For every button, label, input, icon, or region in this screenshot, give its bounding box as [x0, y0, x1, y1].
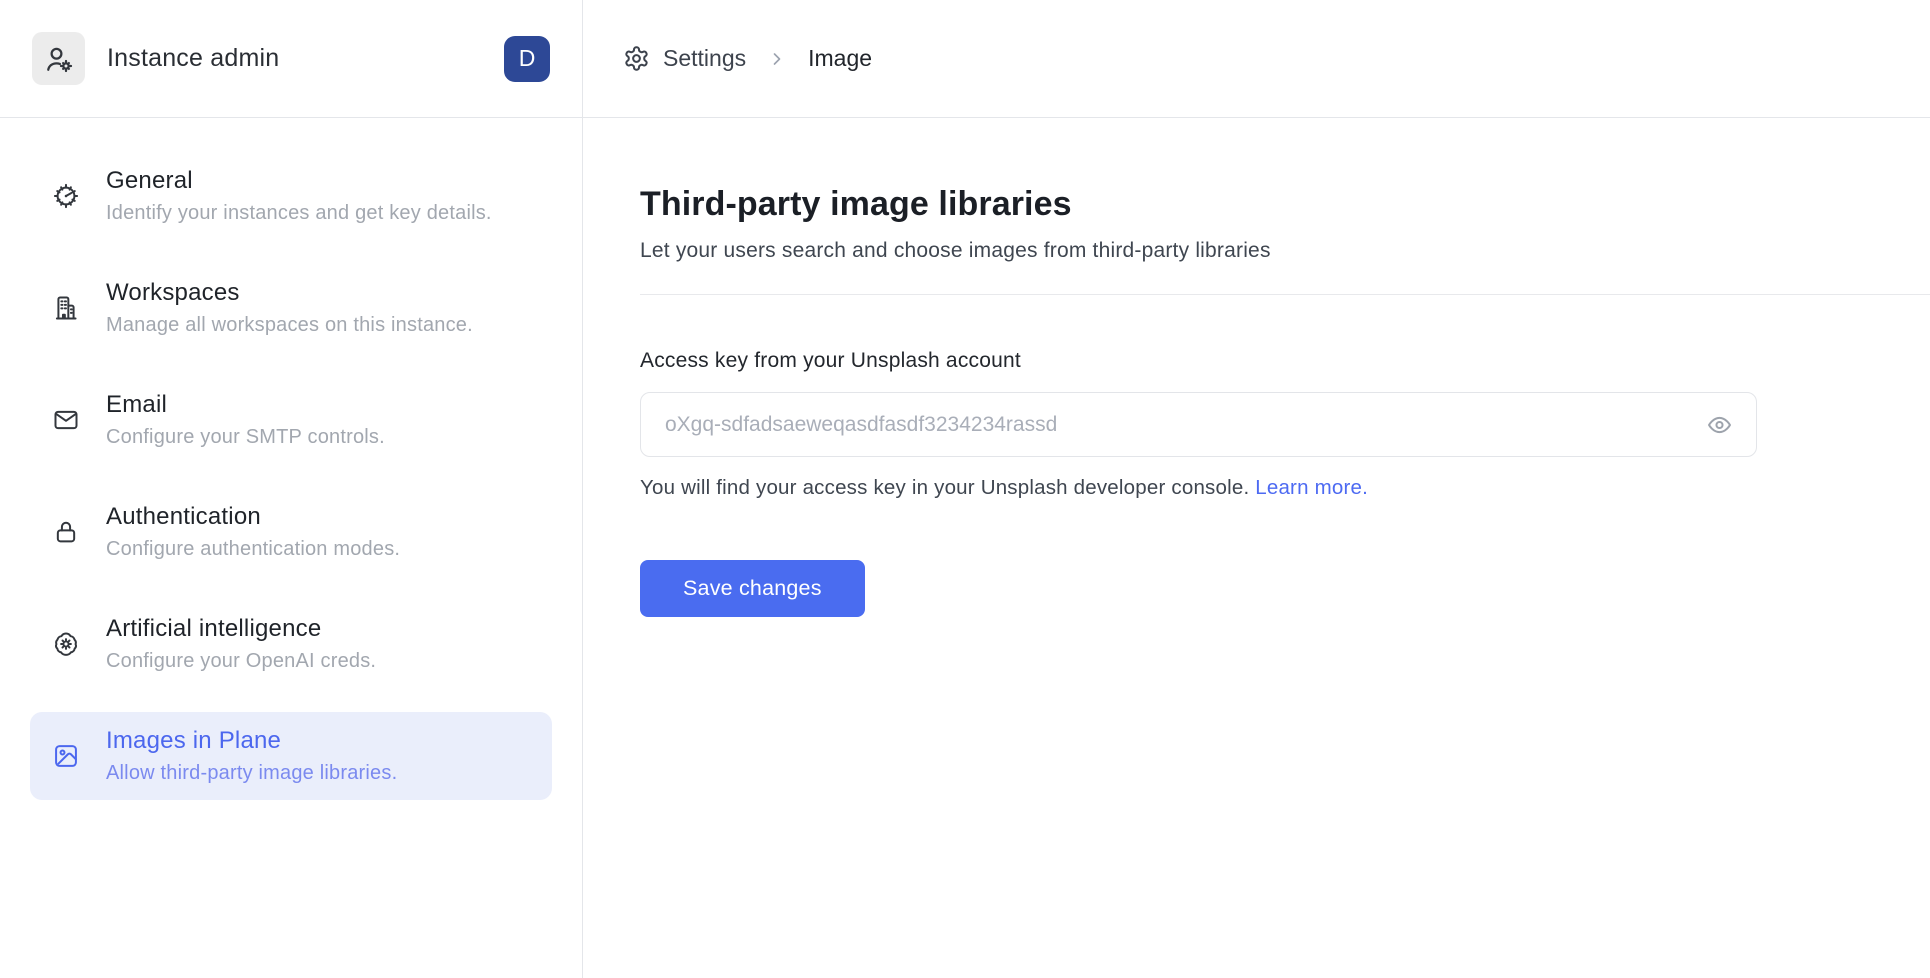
breadcrumb: Settings Image [623, 45, 872, 72]
sidebar: Instance admin D General Identify your i… [0, 0, 583, 978]
sidebar-item-text: Artificial intelligence Configure your O… [106, 615, 376, 673]
sidebar-item-label: Authentication [106, 503, 400, 531]
sidebar-item-description: Identify your instances and get key deta… [106, 202, 492, 225]
settings-gear-icon [623, 45, 650, 72]
access-key-input[interactable] [640, 392, 1757, 457]
sidebar-item-description: Configure your OpenAI creds. [106, 650, 376, 673]
sidebar-item-description: Manage all workspaces on this instance. [106, 314, 473, 337]
sidebar-item-description: Allow third-party image libraries. [106, 762, 397, 785]
sidebar-item-workspaces[interactable]: Workspaces Manage all workspaces on this… [30, 264, 552, 352]
toggle-visibility-button[interactable] [1702, 407, 1737, 442]
page-subtitle: Let your users search and choose images … [640, 239, 1930, 263]
avatar[interactable]: D [504, 36, 550, 82]
user-cog-icon [44, 44, 74, 74]
sidebar-nav: General Identify your instances and get … [0, 118, 582, 800]
sidebar-title: Instance admin [107, 44, 279, 73]
sidebar-item-text: Workspaces Manage all workspaces on this… [106, 279, 473, 337]
lock-icon [52, 518, 80, 546]
helper-text: You will find your access key in your Un… [640, 476, 1930, 500]
sidebar-item-label: Workspaces [106, 279, 473, 307]
sidebar-item-text: General Identify your instances and get … [106, 167, 492, 225]
access-key-label: Access key from your Unsplash account [640, 349, 1930, 373]
sidebar-item-email[interactable]: Email Configure your SMTP controls. [30, 376, 552, 464]
mail-icon [52, 406, 80, 434]
sidebar-item-images-in-plane[interactable]: Images in Plane Allow third-party image … [30, 712, 552, 800]
eye-icon [1706, 411, 1733, 438]
sidebar-item-description: Configure your SMTP controls. [106, 426, 385, 449]
page-title: Third-party image libraries [640, 185, 1930, 224]
sidebar-item-text: Authentication Configure authentication … [106, 503, 400, 561]
sidebar-item-general[interactable]: General Identify your instances and get … [30, 152, 552, 240]
building-icon [52, 294, 80, 322]
sidebar-item-text: Images in Plane Allow third-party image … [106, 727, 397, 785]
learn-more-link[interactable]: Learn more. [1255, 476, 1368, 499]
image-icon [52, 742, 80, 770]
sidebar-item-text: Email Configure your SMTP controls. [106, 391, 385, 449]
settings-content: Third-party image libraries Let your use… [583, 118, 1930, 978]
sidebar-header: Instance admin D [0, 0, 582, 118]
chevron-right-icon [767, 49, 787, 69]
main-area: Settings Image Third-party image librari… [583, 0, 1930, 978]
ai-cog-icon [52, 630, 80, 658]
section-divider [640, 294, 1930, 295]
breadcrumb-settings-link[interactable]: Settings [663, 45, 746, 72]
sidebar-item-label: Artificial intelligence [106, 615, 376, 643]
instance-admin-logo-button[interactable] [32, 32, 85, 85]
sidebar-item-label: General [106, 167, 492, 195]
sidebar-item-label: Email [106, 391, 385, 419]
breadcrumb-current-page: Image [808, 45, 872, 72]
sidebar-item-authentication[interactable]: Authentication Configure authentication … [30, 488, 552, 576]
sidebar-item-label: Images in Plane [106, 727, 397, 755]
save-changes-button[interactable]: Save changes [640, 560, 865, 617]
main-header: Settings Image [583, 0, 1930, 118]
helper-text-body: You will find your access key in your Un… [640, 476, 1249, 499]
access-key-field-block: Access key from your Unsplash account Yo… [640, 349, 1930, 617]
sidebar-item-description: Configure authentication modes. [106, 538, 400, 561]
access-key-input-wrap [640, 392, 1757, 457]
gear-gauge-icon [52, 182, 80, 210]
sidebar-item-artificial-intelligence[interactable]: Artificial intelligence Configure your O… [30, 600, 552, 688]
